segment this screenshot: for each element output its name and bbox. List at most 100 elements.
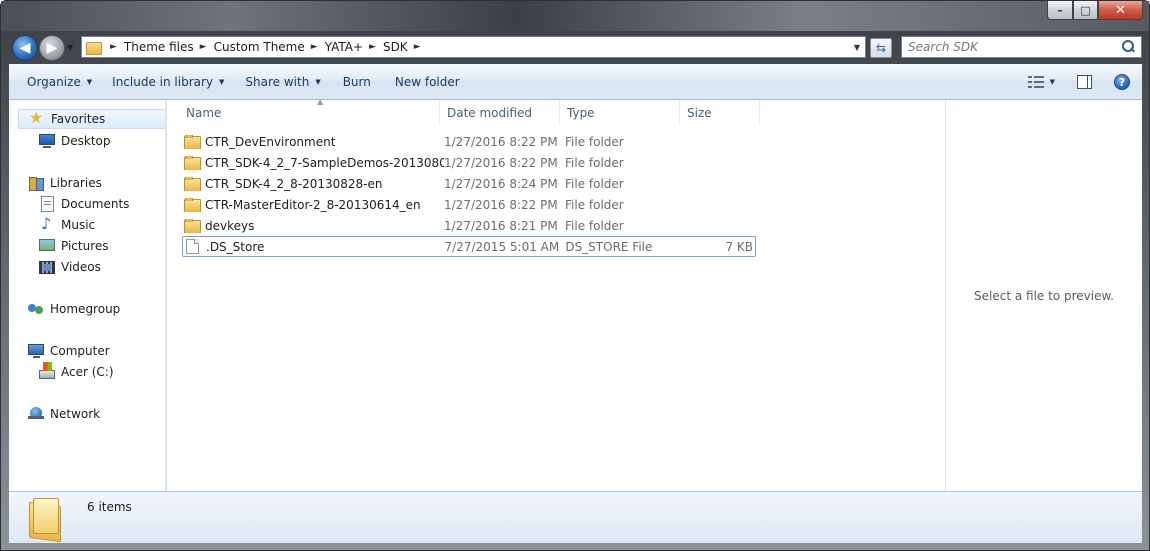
file-list[interactable]: Name ▲ Date modified Type Size CTR_DevEn… (168, 97, 945, 491)
nav-item-videos[interactable]: Videos (39, 257, 101, 277)
file-name: CTR_SDK-4_2_8-20130828-en (205, 176, 383, 191)
file-type: File folder (565, 197, 624, 212)
include-in-library-label: Include in library (112, 74, 214, 89)
navigation-pane[interactable]: Favorites Desktop Libraries Documents Mu… (9, 100, 167, 491)
homegroup-icon (28, 301, 44, 317)
chevron-down-icon: ▼ (86, 77, 93, 86)
nav-item-label: Videos (61, 260, 101, 274)
breadcrumb-sdk[interactable]: SDK (383, 40, 408, 54)
nav-item-label: Homegroup (50, 302, 121, 316)
breadcrumb-separator-icon[interactable]: ► (311, 42, 318, 52)
column-header-name[interactable]: Name ▲ (179, 97, 440, 125)
drive-icon (39, 361, 55, 379)
nav-item-label: Favorites (51, 112, 106, 126)
change-view-icon[interactable] (1027, 75, 1044, 89)
arrow-right-icon: ▶ (46, 40, 58, 56)
content-area: Favorites Desktop Libraries Documents Mu… (9, 97, 1142, 491)
preview-message: Select a file to preview. (974, 288, 1114, 303)
include-in-library-button[interactable]: Include in library ▼ (103, 70, 233, 94)
nav-item-drive-c[interactable]: Acer (C:) (39, 361, 114, 382)
navigation-pane-divider[interactable] (165, 100, 166, 491)
search-box[interactable] (901, 36, 1142, 58)
nav-item-computer[interactable]: Computer (28, 341, 110, 361)
nav-item-homegroup[interactable]: Homegroup (28, 299, 120, 319)
file-type: File folder (565, 218, 624, 233)
column-header-date-modified[interactable]: Date modified (440, 100, 560, 125)
share-with-button[interactable]: Share with ▼ (236, 70, 329, 94)
organize-label: Organize (27, 74, 81, 89)
breadcrumb-custom-theme[interactable]: Custom Theme (214, 40, 305, 54)
command-bar: Organize ▼ Include in library ▼ Share wi… (9, 64, 1142, 100)
nav-item-documents[interactable]: Documents (39, 194, 129, 214)
column-header-size[interactable]: Size (680, 100, 760, 125)
file-row[interactable]: CTR_SDK-4_2_8-20130828-en 1/27/2016 8:24… (182, 173, 756, 194)
breadcrumb-yata[interactable]: YATA+ (325, 40, 363, 54)
organize-button[interactable]: Organize ▼ (18, 70, 101, 94)
refresh-button[interactable]: ⇆ (870, 38, 892, 58)
maximize-button[interactable]: □ (1073, 1, 1098, 20)
file-row-selected[interactable]: .DS_Store 7/27/2015 5:01 AM DS_STORE Fil… (182, 236, 756, 257)
nav-item-label: Network (50, 407, 101, 421)
title-bar[interactable]: – □ ✕ (1, 1, 1149, 31)
minimize-button[interactable]: – (1047, 1, 1073, 20)
nav-item-network[interactable]: Network (28, 404, 100, 424)
back-button[interactable]: ◀ (12, 35, 38, 61)
file-row[interactable]: CTR-MasterEditor-2_8-20130614_en 1/27/20… (182, 194, 756, 215)
arrow-left-icon: ◀ (19, 40, 31, 56)
address-history-dropdown[interactable]: ▼ (849, 37, 865, 57)
nav-item-pictures[interactable]: Pictures (39, 236, 109, 256)
videos-icon (39, 260, 55, 274)
folder-icon (184, 155, 201, 170)
caption-buttons: – □ ✕ (1047, 1, 1143, 20)
computer-icon (28, 344, 44, 358)
file-date: 7/27/2015 5:01 AM (444, 239, 560, 254)
file-name: devkeys (205, 218, 255, 233)
breadcrumb-separator-icon[interactable]: ► (414, 42, 421, 52)
file-row[interactable]: CTR_DevEnvironment 1/27/2016 8:22 PM Fil… (182, 131, 756, 152)
breadcrumb-separator-icon[interactable]: ► (110, 42, 117, 52)
column-header-label: Date modified (447, 105, 533, 120)
file-row[interactable]: devkeys 1/27/2016 8:21 PM File folder (182, 215, 756, 236)
folder-icon (184, 134, 201, 149)
burn-button[interactable]: Burn (334, 70, 380, 94)
column-header-type[interactable]: Type (560, 100, 680, 125)
column-header-label: Name (186, 105, 222, 120)
sort-ascending-icon: ▲ (317, 97, 324, 106)
nav-item-desktop[interactable]: Desktop (39, 131, 111, 151)
star-icon (29, 108, 45, 127)
new-folder-label: New folder (394, 74, 460, 89)
search-icon[interactable] (1119, 38, 1137, 56)
file-date: 1/27/2016 8:24 PM (444, 176, 558, 191)
file-date: 1/27/2016 8:22 PM (444, 134, 558, 149)
file-name: CTR_SDK-4_2_7-SampleDemos-20130806... (205, 155, 444, 170)
recent-pages-dropdown[interactable]: ▼ (67, 43, 73, 52)
forward-button[interactable]: ▶ (39, 35, 65, 61)
details-pane: 6 items (9, 491, 1142, 543)
view-options-dropdown[interactable]: ▼ (1050, 78, 1055, 86)
file-date: 1/27/2016 8:22 PM (444, 155, 558, 170)
help-icon[interactable]: ? (1114, 74, 1130, 90)
close-button[interactable]: ✕ (1098, 1, 1143, 20)
breadcrumb-separator-icon[interactable]: ► (200, 42, 207, 52)
file-size: 7 KB (725, 239, 753, 254)
search-input[interactable] (902, 38, 1119, 56)
file-row[interactable]: CTR_SDK-4_2_7-SampleDemos-20130806... 1/… (182, 152, 756, 173)
nav-item-label: Desktop (61, 134, 111, 148)
chevron-down-icon: ▼ (315, 77, 321, 86)
address-bar[interactable]: ► Theme files ► Custom Theme ► YATA+ ► S… (81, 36, 866, 58)
explorer-window: – □ ✕ ◀ ▶ ▼ ► Theme files ► Custom Theme… (0, 0, 1150, 551)
nav-item-libraries[interactable]: Libraries (28, 173, 102, 193)
folder-icon (184, 197, 201, 212)
breadcrumb-theme-files[interactable]: Theme files (124, 40, 194, 54)
file-type: File folder (565, 155, 624, 170)
nav-item-music[interactable]: Music (39, 214, 95, 235)
new-folder-button[interactable]: New folder (386, 70, 469, 94)
folder-icon (27, 496, 67, 536)
view-controls: ▼ ? (1027, 64, 1142, 100)
libraries-icon (28, 175, 44, 191)
preview-pane-icon[interactable] (1077, 75, 1092, 89)
breadcrumb-separator-icon[interactable]: ► (369, 42, 376, 52)
network-icon (28, 406, 44, 422)
nav-item-favorites[interactable]: Favorites (18, 108, 166, 129)
column-header-label: Size (687, 105, 712, 120)
